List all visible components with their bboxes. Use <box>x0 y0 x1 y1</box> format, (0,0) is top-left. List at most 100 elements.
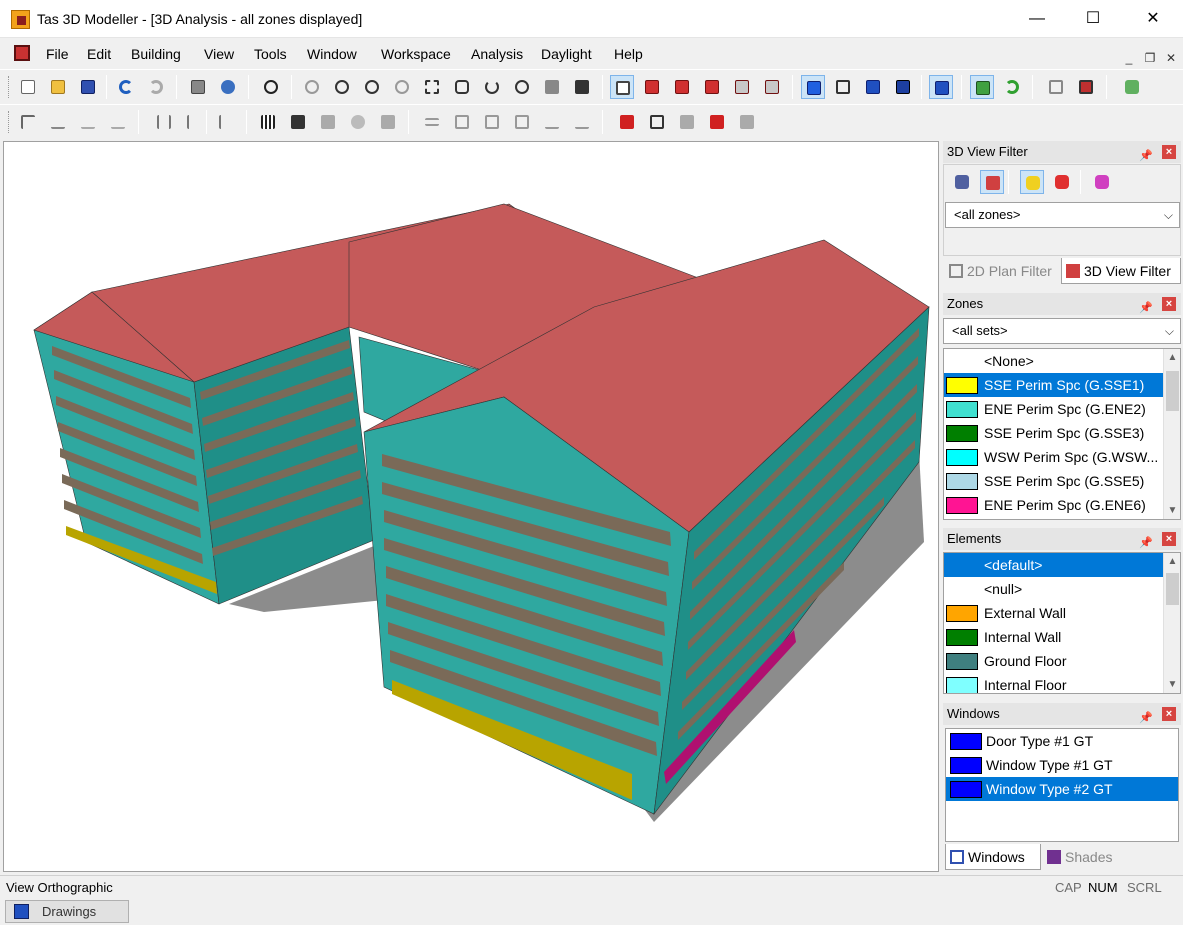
zone-icon[interactable] <box>510 110 534 134</box>
view-left-icon[interactable] <box>700 75 724 99</box>
scroll-thumb[interactable] <box>1166 573 1179 605</box>
toolbar-grip[interactable] <box>8 111 11 133</box>
split-icon[interactable] <box>152 110 176 134</box>
edit-zone-icon[interactable] <box>316 110 340 134</box>
scroll-up-icon[interactable]: ▲ <box>1164 553 1180 570</box>
ceiling-icon[interactable] <box>480 110 504 134</box>
menu-help[interactable]: Help <box>614 46 643 62</box>
close-icon[interactable]: × <box>1162 297 1176 311</box>
select-window-icon[interactable] <box>645 110 669 134</box>
save-icon[interactable] <box>76 75 100 99</box>
select-icon[interactable] <box>615 110 639 134</box>
draw-break-icon[interactable] <box>106 110 130 134</box>
snap-icon[interactable] <box>286 110 310 134</box>
zoom-extents-icon[interactable] <box>300 75 324 99</box>
minimize-button[interactable]: — <box>1014 0 1060 38</box>
menu-file[interactable]: File <box>46 46 69 62</box>
menu-workspace[interactable]: Workspace <box>381 46 451 62</box>
edit-element-icon[interactable] <box>346 110 370 134</box>
scroll-thumb[interactable] <box>1166 371 1179 411</box>
list-item[interactable]: Ground Floor <box>944 649 1180 673</box>
list-item[interactable]: ENE Perim Spc (G.ENE2) <box>944 397 1180 421</box>
draw-line-icon[interactable] <box>16 110 40 134</box>
tab-3d-view-filter[interactable]: 3D View Filter <box>1061 258 1181 284</box>
zones-scrollbar[interactable]: ▲ ▼ <box>1163 349 1180 519</box>
filter-zones-icon[interactable] <box>950 170 974 194</box>
draw-dimension-icon[interactable] <box>76 110 100 134</box>
tab-shades[interactable]: Shades <box>1043 844 1112 870</box>
offset-icon[interactable] <box>570 110 594 134</box>
zoom-previous-icon[interactable] <box>390 75 414 99</box>
draw-hatch-icon[interactable] <box>46 110 70 134</box>
mdi-minimize-button[interactable]: _ <box>1120 50 1138 66</box>
menu-window[interactable]: Window <box>307 46 357 62</box>
view-top-icon[interactable] <box>760 75 784 99</box>
list-item[interactable]: SSE Perim Spc (G.SSE1) <box>944 373 1180 397</box>
select-group-icon[interactable] <box>735 110 759 134</box>
menu-tools[interactable]: Tools <box>254 46 287 62</box>
grid-icon[interactable] <box>256 110 280 134</box>
zone-set-select[interactable]: <all sets> ⌵ <box>943 318 1181 344</box>
orbit-icon[interactable] <box>510 75 534 99</box>
pin-icon[interactable]: 📌 <box>1139 532 1153 554</box>
zone-filter-select[interactable]: <all zones> ⌵ <box>945 202 1180 228</box>
shadows-icon[interactable] <box>970 75 994 99</box>
list-item[interactable]: <None> <box>944 349 1180 373</box>
pan-icon[interactable] <box>450 75 474 99</box>
zoom-in-icon[interactable] <box>330 75 354 99</box>
scroll-down-icon[interactable]: ▼ <box>1164 502 1180 519</box>
render-icon[interactable] <box>216 75 240 99</box>
undo-icon[interactable] <box>114 75 138 99</box>
equals-icon[interactable] <box>420 110 444 134</box>
menu-building[interactable]: Building <box>131 46 181 62</box>
floor-icon[interactable] <box>450 110 474 134</box>
rotate-icon[interactable] <box>480 75 504 99</box>
show-all-icon[interactable] <box>1020 170 1044 194</box>
view-right-icon[interactable] <box>730 75 754 99</box>
document-icon[interactable] <box>14 45 30 61</box>
menu-view[interactable]: View <box>204 46 234 62</box>
select-zone-icon[interactable] <box>705 110 729 134</box>
close-button[interactable]: ✕ <box>1130 0 1176 38</box>
solid-edges-icon[interactable] <box>891 75 915 99</box>
list-item[interactable]: ENE Perim Spc (G.ENE6) <box>944 493 1180 517</box>
building-model[interactable] <box>4 142 938 871</box>
edit-window-icon[interactable] <box>376 110 400 134</box>
list-item[interactable]: <null> <box>944 577 1180 601</box>
list-item[interactable]: Door Type #1 GT <box>946 729 1178 753</box>
export-icon[interactable] <box>1120 75 1144 99</box>
solid-view-icon[interactable] <box>861 75 885 99</box>
view-wireframe-icon[interactable] <box>610 75 634 99</box>
find-icon[interactable] <box>259 75 283 99</box>
scroll-down-icon[interactable]: ▼ <box>1164 676 1180 693</box>
window-icon[interactable] <box>1044 75 1068 99</box>
close-icon[interactable]: × <box>1162 707 1176 721</box>
toolbar-grip[interactable] <box>8 76 11 98</box>
hidden-line-icon[interactable] <box>831 75 855 99</box>
mdi-restore-button[interactable]: ❐ <box>1141 50 1159 66</box>
zoom-out-icon[interactable] <box>360 75 384 99</box>
tab-windows[interactable]: Windows <box>945 844 1041 870</box>
show-selected-icon[interactable] <box>1050 170 1074 194</box>
close-icon[interactable]: × <box>1162 145 1176 159</box>
menu-analysis[interactable]: Analysis <box>471 46 523 62</box>
print-icon[interactable] <box>186 75 210 99</box>
mdi-close-button[interactable]: ✕ <box>1162 50 1180 66</box>
list-item[interactable]: Window Type #1 GT <box>946 753 1178 777</box>
windows-list[interactable]: Door Type #1 GT Window Type #1 GT Window… <box>945 728 1179 842</box>
scroll-up-icon[interactable]: ▲ <box>1164 349 1180 366</box>
shaded-view-icon[interactable] <box>801 75 825 99</box>
display-icon[interactable] <box>1074 75 1098 99</box>
menu-edit[interactable]: Edit <box>87 46 111 62</box>
elements-scrollbar[interactable]: ▲ ▼ <box>1163 553 1180 693</box>
list-item[interactable]: External Wall <box>944 601 1180 625</box>
show-custom-icon[interactable] <box>1090 170 1114 194</box>
list-item[interactable]: SSE Perim Spc (G.SSE5) <box>944 469 1180 493</box>
pin-icon[interactable]: 📌 <box>1139 707 1153 729</box>
tab-2d-plan-filter[interactable]: 2D Plan Filter <box>945 258 1052 284</box>
zones-list[interactable]: <None> SSE Perim Spc (G.SSE1) ENE Perim … <box>943 348 1181 520</box>
list-item[interactable]: WSW Perim Spc (G.WSW... <box>944 445 1180 469</box>
view-back-icon[interactable] <box>670 75 694 99</box>
3d-viewport[interactable] <box>3 141 939 872</box>
perspective-icon[interactable] <box>929 75 953 99</box>
